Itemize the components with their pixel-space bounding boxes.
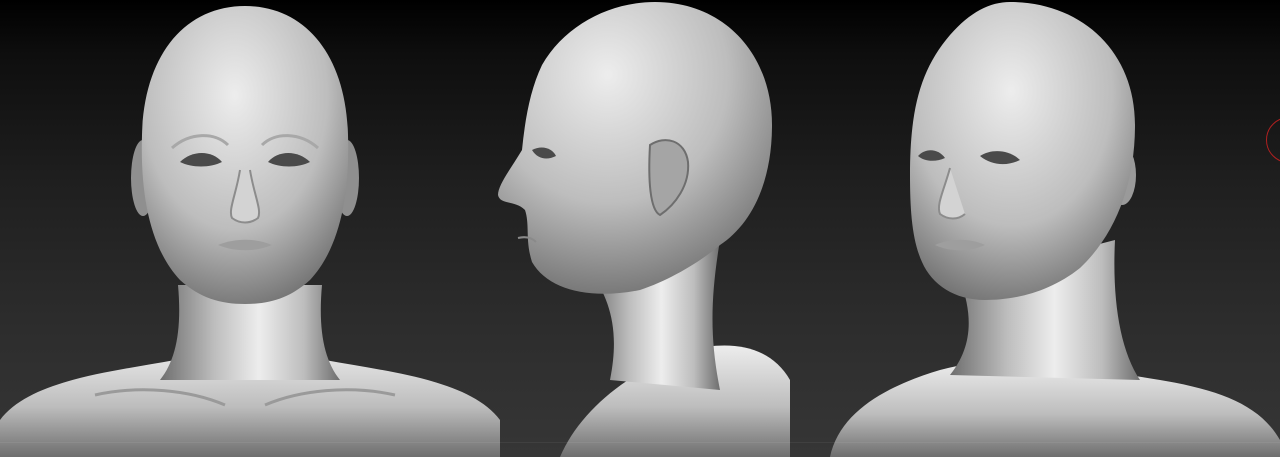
front-head [141,6,349,304]
side-view-model[interactable] [470,0,810,457]
three-quarter-view-model[interactable] [810,0,1280,457]
ground-plane-line [0,442,1280,443]
sculpt-viewport[interactable] [0,0,1280,457]
front-view-model[interactable] [0,0,500,457]
